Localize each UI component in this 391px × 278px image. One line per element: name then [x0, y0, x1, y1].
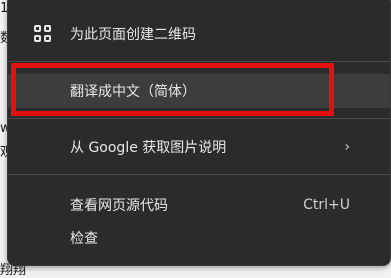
menu-item-inspect[interactable]: 检查 [8, 221, 390, 255]
menu-item-label: 为此页面创建二维码 [70, 27, 196, 43]
menu-item-label: 翻译成中文（简体） [70, 84, 196, 100]
context-menu: 为此页面创建二维码 翻译成中文（简体） 从 Google 获取图片说明 › 查看… [7, 0, 391, 266]
menu-separator [8, 118, 390, 119]
menu-item-label: 查看网页源代码 [70, 198, 168, 214]
menu-separator [8, 174, 390, 175]
menu-item-label: 检查 [70, 231, 98, 247]
menu-item-google-image-description[interactable]: 从 Google 获取图片说明 › [8, 130, 390, 164]
menu-item-label: 从 Google 获取图片说明 [70, 140, 227, 156]
menu-separator [8, 61, 390, 62]
menu-item-translate[interactable]: 翻译成中文（简体） [8, 74, 390, 108]
menu-item-create-qr-code[interactable]: 为此页面创建二维码 [8, 17, 390, 51]
qr-code-icon [34, 25, 52, 43]
shortcut-label: Ctrl+U [303, 197, 350, 213]
chevron-right-icon: › [344, 139, 350, 155]
menu-item-view-source[interactable]: 查看网页源代码 Ctrl+U [8, 188, 390, 222]
